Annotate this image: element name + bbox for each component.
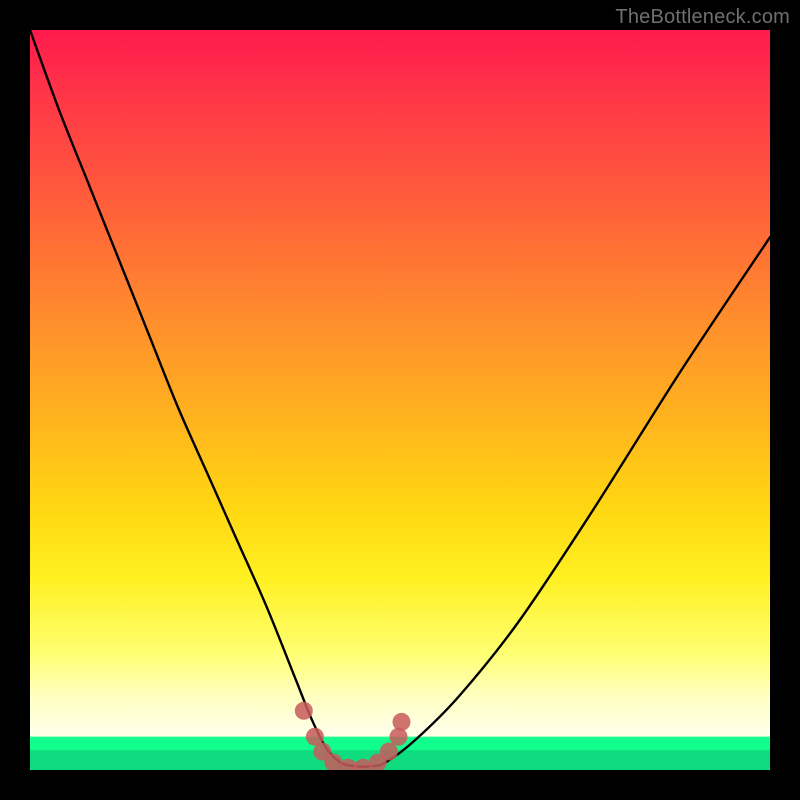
bottom-marker [392, 713, 410, 731]
bottom-marker [380, 743, 398, 761]
bottom-marker [295, 702, 313, 720]
bottom-marker [390, 728, 408, 746]
plot-area [30, 30, 770, 770]
watermark-text: TheBottleneck.com [615, 6, 790, 29]
bottom-marker-group [295, 702, 411, 770]
curve-layer [30, 30, 770, 770]
bottleneck-curve [30, 30, 770, 767]
chart-frame: TheBottleneck.com [0, 0, 800, 800]
